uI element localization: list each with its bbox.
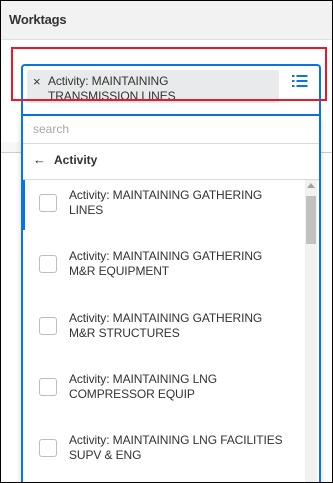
option-checkbox[interactable] xyxy=(39,317,57,335)
scroll-up-arrow-icon[interactable] xyxy=(307,183,315,188)
list-item[interactable]: Activity: MAINTAINING LNG FACILITIES SUP… xyxy=(23,430,303,482)
worktags-panel: Worktags × Activity: MAINTAINING TRANSMI… xyxy=(0,0,333,483)
arrow-left-icon: ← xyxy=(33,152,46,167)
prompt-list-icon[interactable] xyxy=(292,74,308,88)
option-label: Activity: MAINTAINING LNG FACILITIES SUP… xyxy=(69,433,283,462)
option-label: Activity: MAINTAINING GATHERING LINES xyxy=(69,188,263,217)
list-item[interactable]: Activity: MAINTAINING GATHERING M&R EQUI… xyxy=(23,246,303,304)
option-label: Activity: MAINTAINING GATHERING M&R STRU… xyxy=(69,311,263,340)
category-label: Activity xyxy=(54,153,98,167)
option-checkbox[interactable] xyxy=(39,255,57,273)
option-checkbox[interactable] xyxy=(39,378,57,396)
option-checkbox[interactable] xyxy=(39,439,57,457)
background-strip xyxy=(1,142,21,152)
option-label: Activity: MAINTAINING GATHERING M&R EQUI… xyxy=(69,249,263,278)
back-to-category-button[interactable]: ← Activity xyxy=(23,143,319,180)
list-scrollbar[interactable] xyxy=(305,180,317,482)
list-item[interactable]: Activity: MAINTAINING LNG COMPRESSOR EQU… xyxy=(23,369,303,427)
list-item[interactable]: Activity: MAINTAINING GATHERING LINES xyxy=(23,185,303,243)
close-icon[interactable]: × xyxy=(33,74,41,89)
search-row xyxy=(23,116,319,144)
option-list: Activity: MAINTAINING GATHERING LINES Ac… xyxy=(23,180,319,482)
panel-title: Worktags xyxy=(9,12,67,27)
list-item[interactable]: Activity: MAINTAINING GATHERING M&R STRU… xyxy=(23,308,303,366)
worktags-multiselect-input[interactable]: × Activity: MAINTAINING TRANSMISSION LIN… xyxy=(21,64,321,116)
panel-header: Worktags xyxy=(1,1,332,40)
selected-worktag-label: Activity: MAINTAINING TRANSMISSION LINES xyxy=(48,74,176,103)
option-checkbox[interactable] xyxy=(39,194,57,212)
scrollbar-thumb[interactable] xyxy=(306,196,316,244)
search-input[interactable] xyxy=(33,120,303,138)
selected-worktag-pill: × Activity: MAINTAINING TRANSMISSION LIN… xyxy=(27,70,279,103)
option-label: Activity: MAINTAINING LNG COMPRESSOR EQU… xyxy=(69,372,217,401)
worktags-dropdown: ← Activity Activity: MAINTAINING GATHERI… xyxy=(21,116,321,482)
